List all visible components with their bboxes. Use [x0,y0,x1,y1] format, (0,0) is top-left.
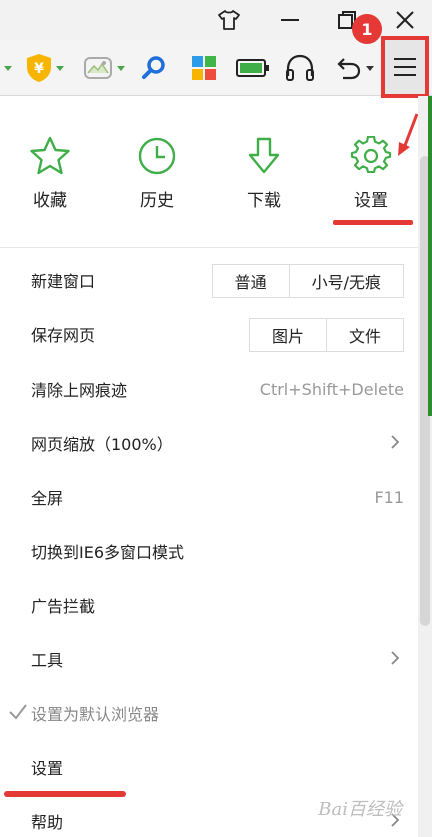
dropdown-caret-icon [117,65,125,71]
battery-icon [236,59,269,77]
skin-button[interactable] [211,4,247,36]
ad-block-label: 广告拦截 [31,597,96,616]
search-icon [142,56,165,79]
default-browser-label: 设置为默认浏览器 [31,705,160,724]
quick-access-row: 收藏 历史 下载 设置 [0,96,432,248]
search-tool-button[interactable] [138,50,170,86]
dropdown-caret-icon [4,65,12,71]
new-window-normal-button[interactable]: 普通 [213,265,290,297]
ie6-mode-label: 切换到IE6多窗口模式 [31,543,185,562]
clear-traces-label: 清除上网痕迹 [31,381,128,400]
game-button[interactable] [80,50,128,86]
download-arrow-icon [248,137,280,174]
close-icon [396,11,414,29]
fullscreen-shortcut: F11 [374,487,404,507]
menu-item-new-window: 新建窗口 普通 小号/无痕 [0,253,418,307]
chevron-right-icon [391,435,400,449]
history-button[interactable]: 历史 [127,136,187,211]
hamburger-menu-icon [394,58,416,76]
help-label: 帮助 [31,813,64,832]
undo-close-button[interactable] [330,50,378,86]
watermark: Bai百经验 [318,799,402,820]
save-as-file-button[interactable]: 文件 [327,319,403,351]
gear-icon [350,136,392,174]
new-window-label: 新建窗口 [31,272,96,291]
fullscreen-label: 全屏 [31,489,64,508]
save-as-image-button[interactable]: 图片 [250,319,327,351]
new-window-options: 普通 小号/无痕 [211,264,404,298]
settings-quick-label: 设置 [354,191,388,211]
menu-item-settings[interactable]: 设置 [0,740,418,794]
apps-button[interactable] [188,50,220,86]
tshirt-icon [218,10,240,30]
dropdown-caret-icon [366,65,374,71]
chevron-right-icon [391,651,400,665]
settings-label: 设置 [31,759,64,778]
menu-item-tools[interactable]: 工具 [0,632,418,686]
step-badge: 1 [352,14,382,44]
toolbar: ¥ [0,40,432,96]
history-label: 历史 [140,191,174,211]
save-page-options: 图片 文件 [248,318,404,352]
downloads-button[interactable]: 下载 [234,136,294,211]
menu-item-zoom[interactable]: 网页缩放（100%） [0,416,418,470]
headphones-icon [286,54,314,81]
downloads-label: 下载 [247,191,281,211]
settings-quick-button[interactable]: 设置 [341,136,401,211]
menu-item-save-page: 保存网页 图片 文件 [0,307,418,361]
prev-tool-dropdown[interactable] [0,50,12,86]
svg-text:¥: ¥ [34,61,44,77]
minimize-button[interactable] [272,4,308,36]
favorites-label: 收藏 [33,191,67,211]
gamepad-icon [84,57,112,79]
save-page-label: 保存网页 [31,326,96,345]
apps-grid-icon [192,56,216,80]
menu-item-clear-traces[interactable]: 清除上网痕迹 Ctrl+Shift+Delete [0,362,418,416]
new-window-incognito-button[interactable]: 小号/无痕 [290,265,403,297]
annotation-underline [333,220,413,225]
window-edge [428,96,432,416]
minimize-icon [281,19,299,21]
star-icon [30,136,70,175]
undo-icon [337,58,361,80]
battery-button[interactable] [234,50,272,86]
clock-icon [138,137,176,175]
menu-item-ie6-mode[interactable]: 切换到IE6多窗口模式 [0,524,418,578]
clear-traces-shortcut: Ctrl+Shift+Delete [259,379,404,399]
main-menu-button[interactable] [381,36,429,98]
dropdown-caret-icon [56,65,64,71]
menu-item-ad-block[interactable]: 广告拦截 [0,578,418,632]
checkmark-icon [9,704,27,720]
zoom-label: 网页缩放（100%） [31,435,173,454]
menu-item-fullscreen[interactable]: 全屏 F11 [0,470,418,524]
yen-shield-icon: ¥ [27,54,51,82]
favorites-button[interactable]: 收藏 [20,136,80,211]
menu-item-default-browser[interactable]: 设置为默认浏览器 [0,686,418,740]
audio-button[interactable] [282,50,318,86]
tools-label: 工具 [31,651,64,670]
close-button[interactable] [387,4,423,36]
payment-shield-button[interactable]: ¥ [22,50,68,86]
